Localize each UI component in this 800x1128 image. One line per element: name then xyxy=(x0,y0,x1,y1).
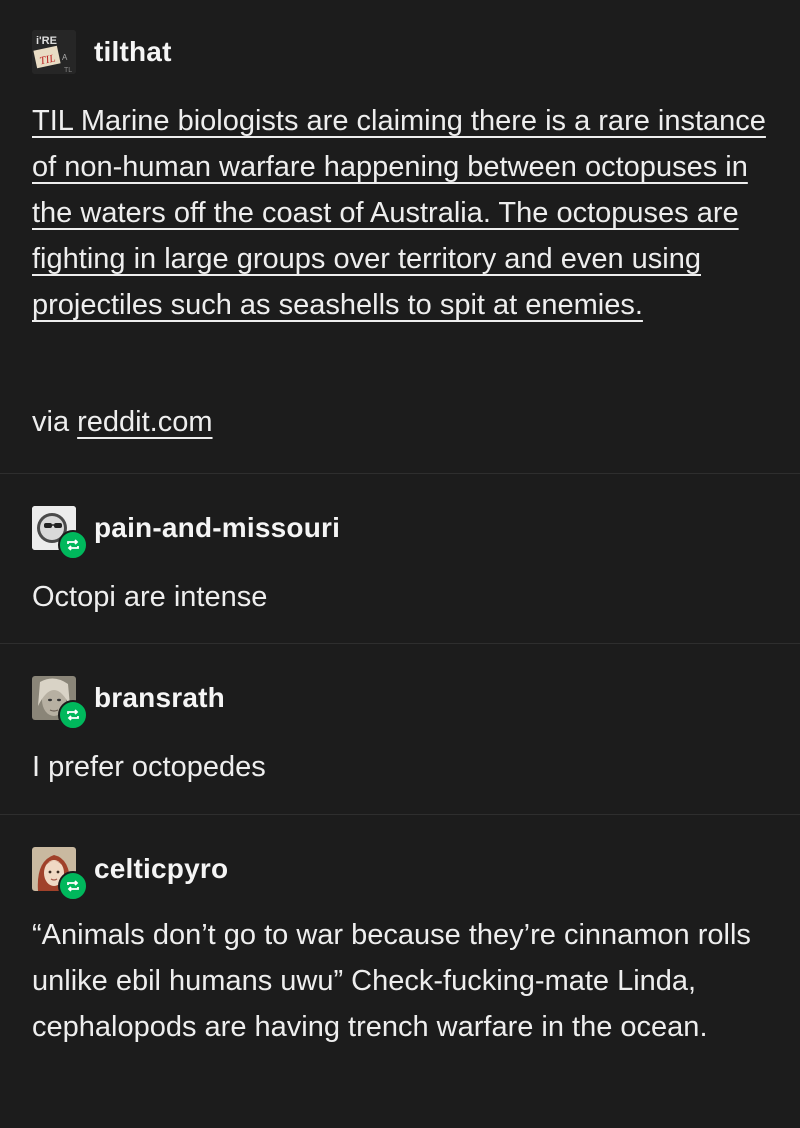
source-attribution: via reddit.com xyxy=(32,402,213,442)
avatar[interactable] xyxy=(32,506,88,560)
til-logo-avatar: i'RE TIL A TL xyxy=(32,30,76,74)
post-header: i'RE TIL A TL tilthat xyxy=(32,30,172,74)
reblog-icon xyxy=(58,700,88,730)
post-body: I prefer octopedes xyxy=(32,751,266,783)
source-link[interactable]: reddit.com xyxy=(77,406,212,438)
post-body: Octopi are intense xyxy=(32,581,268,613)
avatar[interactable] xyxy=(32,676,88,730)
reblog-icon xyxy=(58,871,88,901)
post-body: “Animals don’t go to war because they’re… xyxy=(32,919,751,1043)
post-body: TIL Marine biologists are claiming there… xyxy=(32,98,772,328)
via-label: via xyxy=(32,406,70,438)
post-link-text[interactable]: TIL Marine biologists are claiming there… xyxy=(32,105,766,321)
svg-text:TL: TL xyxy=(64,67,72,74)
avatar[interactable] xyxy=(32,847,88,901)
svg-text:A: A xyxy=(62,53,68,62)
reblog-icon xyxy=(58,530,88,560)
username[interactable]: pain-and-missouri xyxy=(94,512,340,544)
post-header: bransrath xyxy=(32,676,225,730)
avatar[interactable]: i'RE TIL A TL xyxy=(32,30,76,74)
svg-text:i'RE: i'RE xyxy=(36,35,57,47)
post-pain-and-missouri: pain-and-missouri Octopi are intense xyxy=(0,473,800,643)
username[interactable]: celticpyro xyxy=(94,853,228,885)
username[interactable]: bransrath xyxy=(94,682,225,714)
username[interactable]: tilthat xyxy=(94,36,172,68)
post-bransrath: bransrath I prefer octopedes xyxy=(0,643,800,814)
post-header: celticpyro xyxy=(32,847,228,901)
post-celticpyro: celticpyro “Animals don’t go to war beca… xyxy=(0,814,800,1128)
post-tilthat: i'RE TIL A TL tilthat TIL Marine biologi… xyxy=(0,0,800,473)
post-header: pain-and-missouri xyxy=(32,506,340,560)
